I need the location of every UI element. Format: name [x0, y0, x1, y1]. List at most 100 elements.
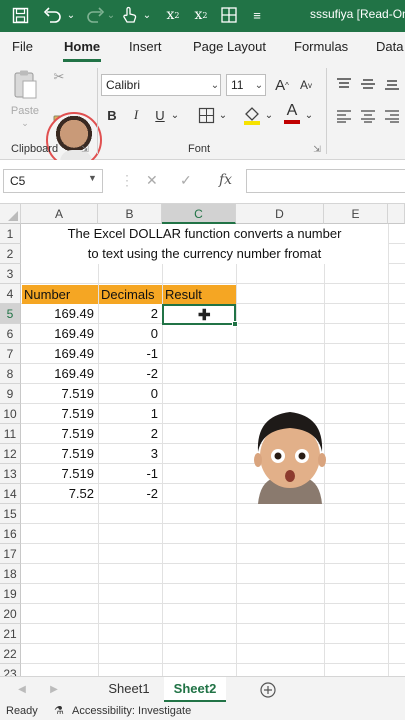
cell-decimals[interactable]: 2 — [98, 304, 162, 324]
shrink-font-icon[interactable]: Av — [296, 75, 316, 95]
align-bottom-icon[interactable] — [382, 74, 402, 94]
column-header-b[interactable]: B — [98, 204, 162, 224]
row-header[interactable]: 4 — [0, 284, 21, 304]
column-header-d[interactable]: D — [236, 204, 324, 224]
tab-page-layout[interactable]: Page Layout — [193, 39, 266, 54]
superscript-icon[interactable]: x2 — [190, 4, 212, 26]
worksheet-grid[interactable]: A B C D E 1 2 3 4 5 6 7 8 9 10 11 12 13 14 15 16 17 18 19 2… — [0, 204, 405, 676]
column-header-f[interactable] — [388, 204, 405, 224]
clipboard-launcher-icon[interactable]: ⇲ — [80, 144, 90, 154]
row-header[interactable]: 7 — [0, 344, 21, 364]
row-header[interactable]: 6 — [0, 324, 21, 344]
cell-number[interactable]: 7.519 — [21, 384, 98, 404]
cell-decimals[interactable]: 2 — [98, 424, 162, 444]
undo-dropdown-icon[interactable]: ⌄ — [66, 4, 76, 26]
cell-borders-icon[interactable] — [196, 105, 216, 125]
grow-font-icon[interactable]: A ^ — [272, 75, 292, 95]
column-header-a[interactable]: A — [21, 204, 98, 224]
cell-decimals[interactable]: 0 — [98, 384, 162, 404]
align-center-icon[interactable] — [358, 106, 378, 126]
row-header[interactable]: 8 — [0, 364, 21, 384]
cell-number[interactable]: 169.49 — [21, 324, 98, 344]
tab-data[interactable]: Data — [376, 39, 403, 54]
font-color-icon[interactable]: A — [282, 102, 302, 124]
align-top-icon[interactable] — [334, 74, 354, 94]
insert-function-icon[interactable]: fx — [219, 172, 232, 188]
underline-button[interactable]: U — [152, 106, 168, 124]
formula-input[interactable] — [246, 169, 405, 193]
row-header[interactable]: 18 — [0, 564, 21, 584]
row-header[interactable]: 19 — [0, 584, 21, 604]
accessibility-icon[interactable]: ⚗ — [54, 704, 64, 717]
row-header[interactable]: 2 — [0, 244, 21, 264]
column-header-e[interactable]: E — [324, 204, 388, 224]
align-left-icon[interactable] — [334, 106, 354, 126]
sheet-tab-sheet1[interactable]: Sheet1 — [98, 677, 160, 702]
cut-icon[interactable]: ✂ — [50, 68, 68, 86]
row-header[interactable]: 12 — [0, 444, 21, 464]
fill-handle[interactable] — [232, 321, 238, 327]
bold-button[interactable]: B — [104, 106, 120, 124]
font-name-box[interactable]: Calibri — [101, 74, 221, 96]
cell-number[interactable]: 7.519 — [21, 424, 98, 444]
row-header[interactable]: 17 — [0, 544, 21, 564]
cell-number[interactable]: 169.49 — [21, 304, 98, 324]
name-box-dropdown-icon[interactable]: ▼ — [88, 173, 97, 183]
save-icon[interactable] — [10, 4, 30, 26]
cell-number[interactable]: 7.519 — [21, 404, 98, 424]
scroll-tabs-left-icon[interactable]: ◀ — [16, 682, 28, 696]
cell-decimals[interactable]: -2 — [98, 484, 162, 504]
scroll-tabs-right-icon[interactable]: ▶ — [48, 682, 60, 696]
font-size-dropdown-icon[interactable]: ⌄ — [254, 79, 264, 91]
sheet-tab-sheet2[interactable]: Sheet2 — [164, 677, 226, 702]
column-header-c[interactable]: C — [162, 204, 236, 224]
row-header[interactable]: 11 — [0, 424, 21, 444]
italic-button[interactable]: I — [128, 106, 144, 124]
add-sheet-icon[interactable] — [258, 680, 278, 700]
paste-dropdown-icon[interactable]: ⌄ — [20, 118, 30, 128]
tab-home[interactable]: Home — [64, 39, 100, 54]
confirm-entry-icon[interactable]: ✓ — [180, 172, 192, 189]
row-header[interactable]: 13 — [0, 464, 21, 484]
align-right-icon[interactable] — [382, 106, 402, 126]
font-name-dropdown-icon[interactable]: ⌄ — [210, 79, 220, 91]
row-header[interactable]: 14 — [0, 484, 21, 504]
undo-icon[interactable] — [42, 4, 64, 26]
row-header[interactable]: 1 — [0, 224, 21, 244]
cell-decimals[interactable]: -1 — [98, 344, 162, 364]
paste-label[interactable]: Paste — [8, 104, 42, 118]
cell-number[interactable]: 7.519 — [21, 444, 98, 464]
touch-dropdown-icon[interactable]: ⌄ — [142, 4, 152, 26]
paste-icon[interactable] — [10, 68, 40, 102]
cell-number[interactable]: 7.52 — [21, 484, 98, 504]
select-all-corner[interactable] — [0, 204, 21, 224]
row-header[interactable]: 10 — [0, 404, 21, 424]
font-color-dropdown-icon[interactable]: ⌄ — [304, 109, 314, 121]
row-header[interactable]: 15 — [0, 504, 21, 524]
tab-file[interactable]: File — [12, 39, 33, 54]
customize-icon[interactable]: ≡ — [250, 4, 264, 26]
row-header[interactable]: 21 — [0, 624, 21, 644]
cell-decimals[interactable]: -2 — [98, 364, 162, 384]
fill-color-icon[interactable] — [242, 104, 262, 126]
cell-number[interactable]: 169.49 — [21, 364, 98, 384]
cancel-entry-icon[interactable]: ✕ — [146, 172, 158, 189]
fill-color-dropdown-icon[interactable]: ⌄ — [264, 109, 274, 121]
tab-formulas[interactable]: Formulas — [294, 39, 348, 54]
cell-number[interactable]: 7.519 — [21, 464, 98, 484]
header-decimals[interactable]: Decimals — [99, 285, 162, 304]
row-header[interactable]: 3 — [0, 264, 21, 284]
underline-dropdown-icon[interactable]: ⌄ — [170, 109, 180, 121]
row-header[interactable]: 22 — [0, 644, 21, 664]
borders-dropdown-icon[interactable]: ⌄ — [218, 109, 228, 121]
row-header[interactable]: 5 — [0, 304, 21, 324]
cell-decimals[interactable]: 0 — [98, 324, 162, 344]
tab-insert[interactable]: Insert — [129, 39, 162, 54]
header-number[interactable]: Number — [22, 285, 98, 304]
subscript-icon[interactable]: x2 — [162, 4, 184, 26]
cell-decimals[interactable]: -1 — [98, 464, 162, 484]
accessibility-status[interactable]: Accessibility: Investigate — [72, 705, 191, 717]
row-header[interactable]: 23 — [0, 664, 21, 676]
description-line-2[interactable]: to text using the currency number fromat — [21, 244, 388, 264]
row-header[interactable]: 9 — [0, 384, 21, 404]
